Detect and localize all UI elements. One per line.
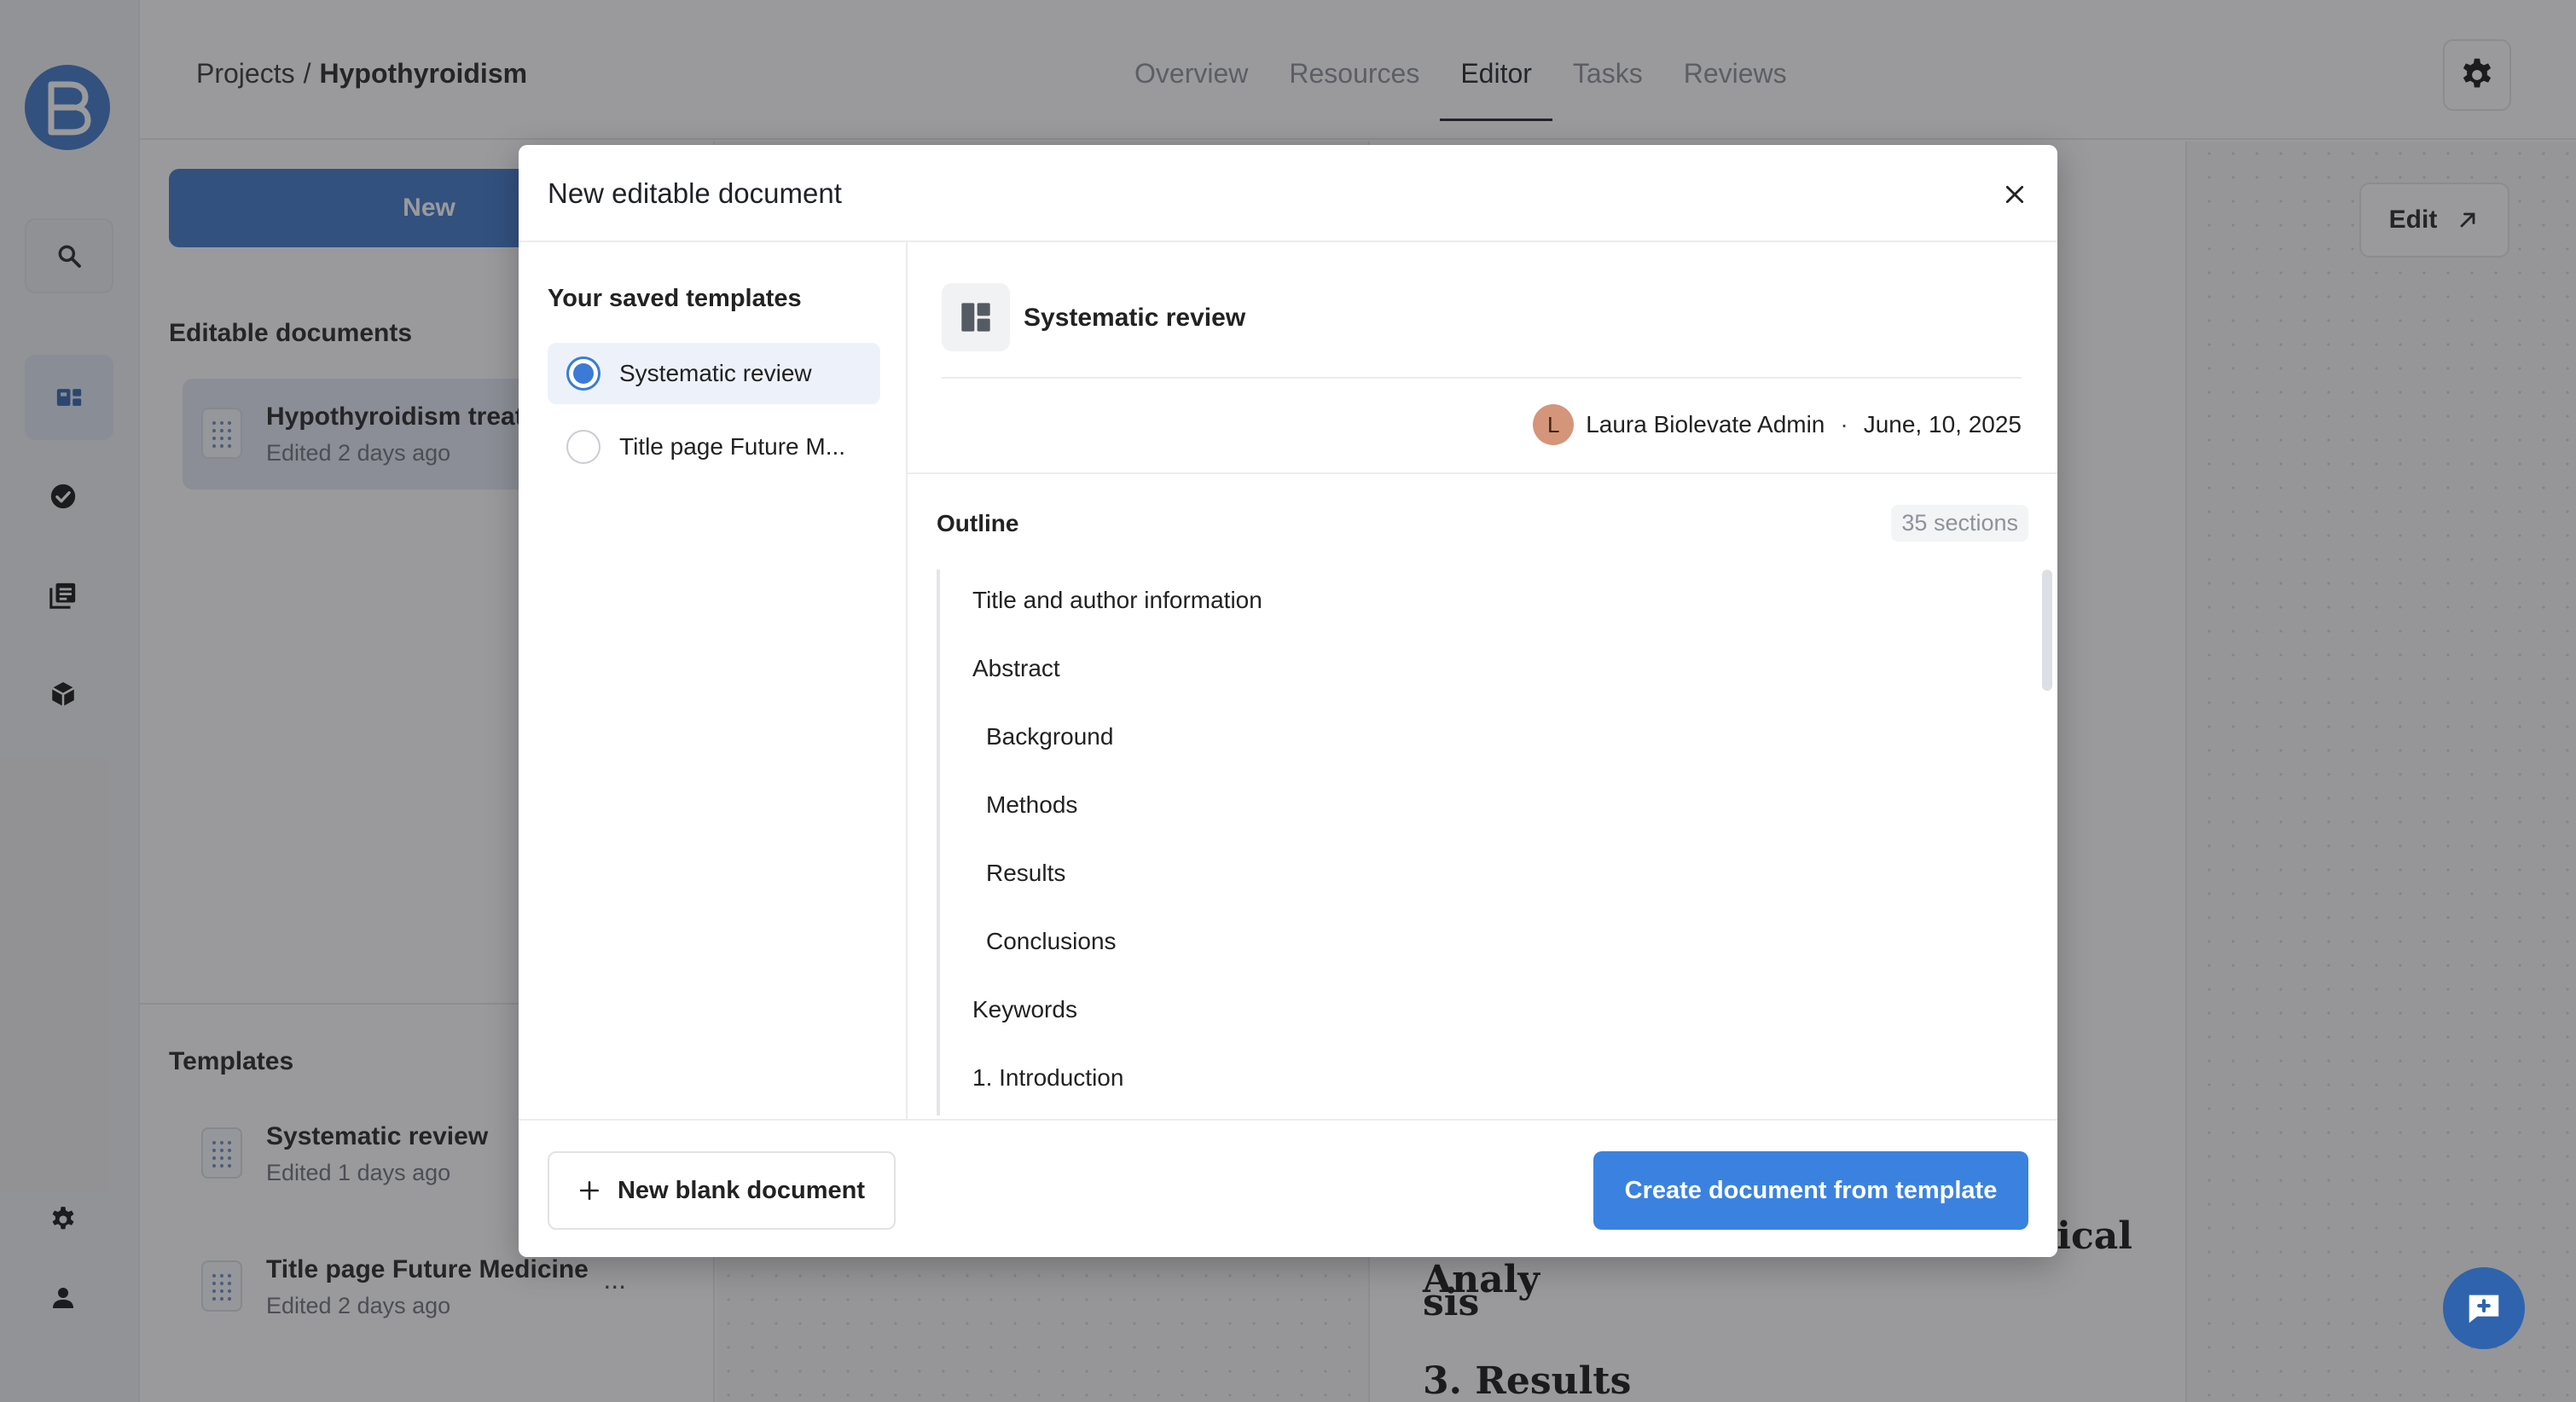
create-from-template-button[interactable]: Create document from template <box>1593 1151 2028 1230</box>
outline-item: Abstract <box>972 655 1060 681</box>
outline-scrollbar[interactable] <box>2042 570 2052 691</box>
radio-selected[interactable] <box>566 356 600 391</box>
outline-subitem: Conclusions <box>986 928 1117 954</box>
divider <box>942 377 2022 379</box>
template-layout-icon <box>942 283 1010 351</box>
outline-item: Keywords <box>972 996 1077 1023</box>
chat-button[interactable] <box>2443 1267 2525 1349</box>
template-meta: L Laura Biolevate Admin · June, 10, 2025 <box>1533 404 2022 445</box>
author-name: Laura Biolevate Admin <box>1586 411 1825 437</box>
chat-add-icon <box>2469 1295 2499 1324</box>
outline-list[interactable]: Title and author information Abstract Ba… <box>937 570 2032 1115</box>
template-option-label: Systematic review <box>619 360 812 386</box>
preview-title: Systematic review <box>1024 304 1246 332</box>
outline-heading: Outline <box>937 510 1019 536</box>
radio-unselected[interactable] <box>566 430 600 464</box>
meta-separator: · <box>1840 411 1848 437</box>
new-blank-document-button[interactable]: New blank document <box>548 1151 896 1230</box>
section-count-badge: 35 sections <box>1891 505 2028 542</box>
outline-subitem: Background <box>986 723 1114 750</box>
outline-subitem: Results <box>986 860 1066 886</box>
modal-footer: New blank document Create document from … <box>519 1119 2057 1257</box>
avatar: L <box>1533 404 1575 445</box>
plus-icon <box>579 1180 600 1201</box>
new-blank-document-label: New blank document <box>617 1176 866 1204</box>
saved-templates-heading: Your saved templates <box>548 285 802 312</box>
close-icon <box>2005 185 2024 204</box>
template-option-label: Title page Future M... <box>619 433 846 460</box>
outline-item: 1. Introduction <box>972 1064 1124 1091</box>
outline-item: Title and author information <box>972 587 1262 613</box>
app-root: Projects / Hypothyroidism Overview Resou… <box>0 0 2576 1402</box>
close-button[interactable] <box>1996 176 2034 213</box>
divider <box>908 472 2057 474</box>
modal-title: New editable document <box>548 177 842 209</box>
new-document-modal: New editable document Your saved templat… <box>519 145 2057 1257</box>
outline-subitem: Methods <box>986 791 1078 818</box>
template-date: June, 10, 2025 <box>1863 411 2022 437</box>
template-option-systematic-review[interactable]: Systematic review <box>548 343 880 404</box>
template-option-title-page[interactable]: Title page Future M... <box>548 416 880 478</box>
modal-header: New editable document <box>519 145 2057 242</box>
